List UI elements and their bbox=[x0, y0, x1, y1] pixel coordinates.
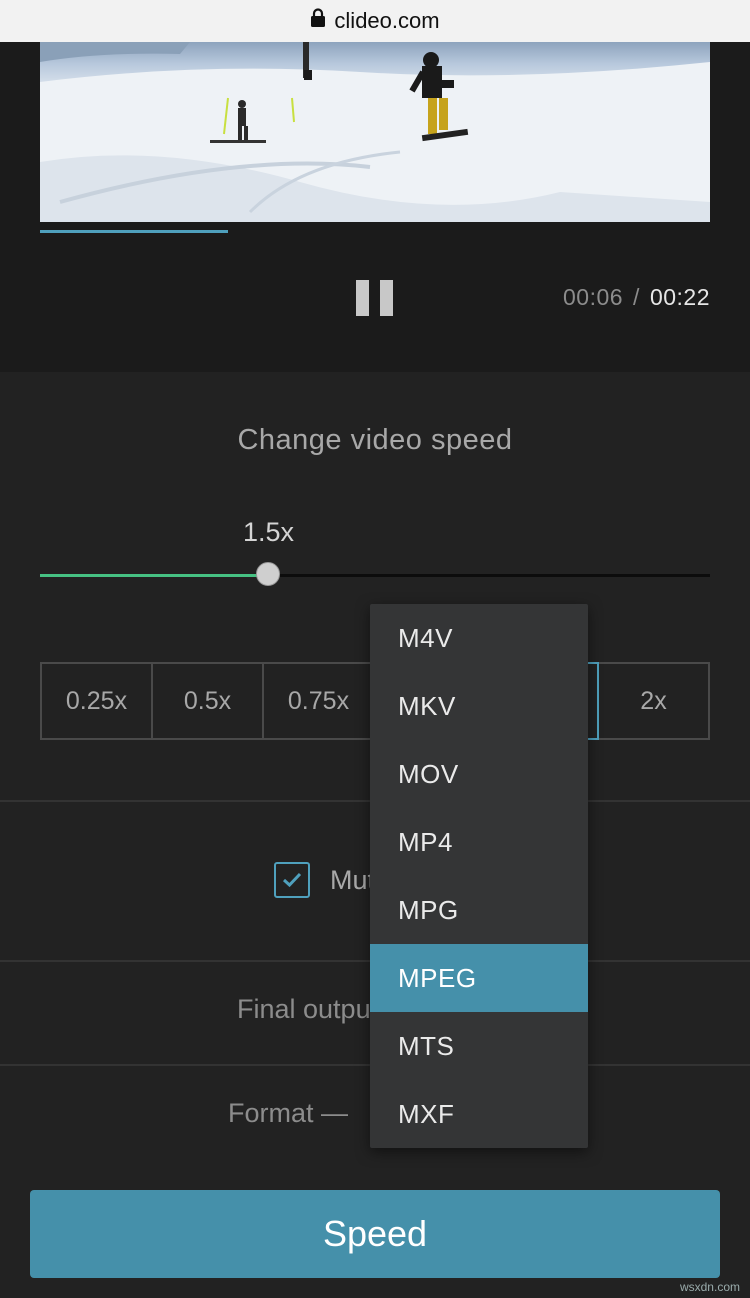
speed-preset-0-75x[interactable]: 0.75x bbox=[264, 664, 375, 738]
mute-checkbox[interactable] bbox=[274, 862, 310, 898]
format-option-mpg[interactable]: MPG bbox=[370, 876, 588, 944]
speed-slider[interactable] bbox=[40, 562, 710, 586]
watermark: wsxdn.com bbox=[679, 1280, 740, 1294]
format-option-mpeg[interactable]: MPEG bbox=[370, 944, 588, 1012]
format-option-mp4[interactable]: MP4 bbox=[370, 808, 588, 876]
speed-section-title: Change video speed bbox=[237, 424, 513, 456]
url-text: clideo.com bbox=[334, 8, 440, 33]
pause-icon bbox=[356, 280, 369, 316]
speed-slider-fill bbox=[40, 574, 268, 577]
format-option-mov[interactable]: MOV bbox=[370, 740, 588, 808]
playback-progress-fill bbox=[40, 230, 228, 233]
lock-icon bbox=[310, 8, 326, 34]
browser-url-bar[interactable]: clideo.com bbox=[0, 0, 750, 42]
pause-button[interactable] bbox=[356, 280, 394, 316]
playback-progress-bar[interactable] bbox=[40, 230, 710, 233]
speed-button[interactable]: Speed bbox=[30, 1190, 720, 1278]
page: clideo.com 00:06 / 00:22 Change video sp… bbox=[0, 0, 750, 1298]
speed-value-label: 1.5x bbox=[243, 517, 295, 547]
total-time: 00:22 bbox=[649, 284, 710, 310]
video-frame-image bbox=[40, 42, 710, 222]
format-option-m4v[interactable]: M4V bbox=[370, 604, 588, 672]
format-option-mkv[interactable]: MKV bbox=[370, 672, 588, 740]
format-label[interactable]: Format — bbox=[228, 1098, 348, 1129]
speed-preset-0-5x[interactable]: 0.5x bbox=[153, 664, 264, 738]
checkmark-icon bbox=[282, 872, 302, 888]
time-separator: / bbox=[633, 284, 640, 310]
video-player: 00:06 / 00:22 bbox=[0, 42, 750, 372]
speed-preset-2x[interactable]: 2x bbox=[599, 664, 708, 738]
format-option-mts[interactable]: MTS bbox=[370, 1012, 588, 1080]
speed-slider-handle[interactable] bbox=[255, 562, 280, 586]
video-preview[interactable] bbox=[40, 42, 710, 222]
format-option-mxf[interactable]: MXF bbox=[370, 1080, 588, 1148]
format-dropdown-menu: M4V MKV MOV MP4 MPG MPEG MTS MXF bbox=[370, 604, 588, 1148]
speed-preset-0-25x[interactable]: 0.25x bbox=[42, 664, 153, 738]
playback-time: 00:06 / 00:22 bbox=[563, 284, 710, 311]
current-time: 00:06 bbox=[562, 284, 624, 310]
final-output-label: Final output bbox=[237, 994, 379, 1024]
